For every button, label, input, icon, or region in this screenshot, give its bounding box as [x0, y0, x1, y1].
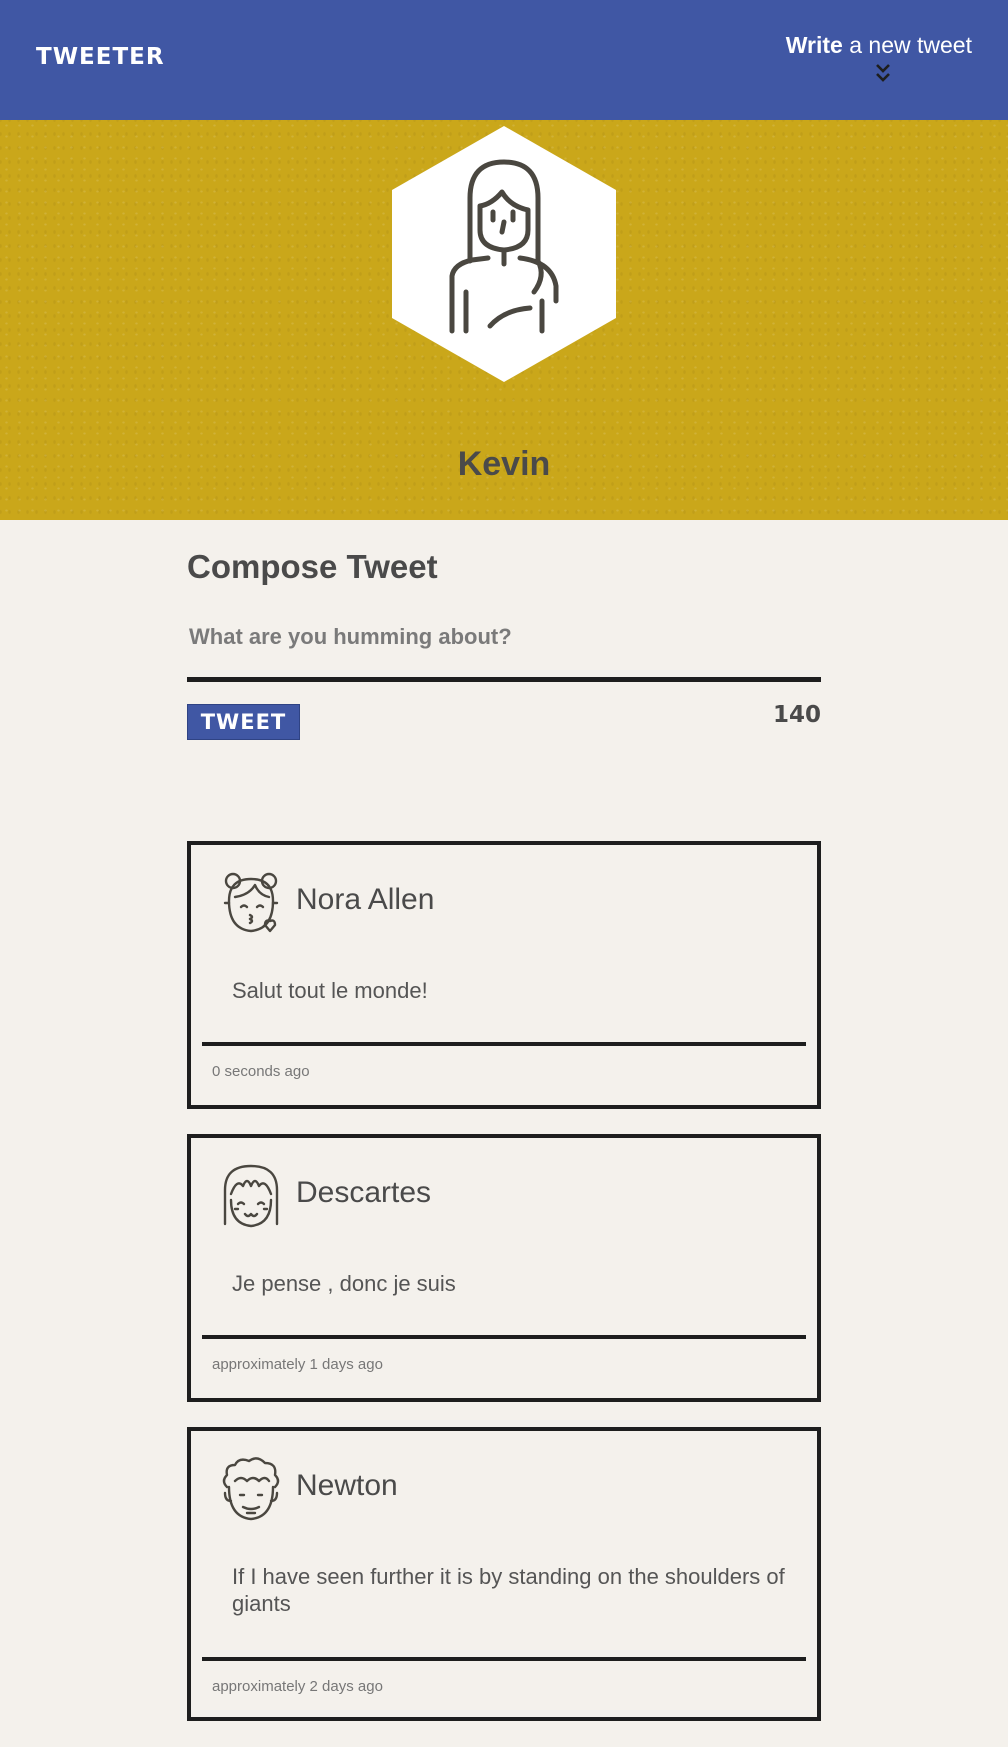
tweet-timestamp: approximately 1 days ago [212, 1356, 383, 1373]
profile-name: Kevin [457, 445, 551, 483]
double-chevron-down-icon[interactable] [875, 62, 891, 86]
tweet-input[interactable]: What are you humming about? [189, 624, 512, 650]
top-nav: TWEETER Write a new tweet [0, 0, 1008, 120]
tweet-text: If I have seen further it is by standing… [232, 1564, 785, 1616]
woman-avatar-icon [392, 126, 616, 382]
tweet-author: Nora Allen [296, 883, 435, 916]
tweet-button[interactable]: TWEET [187, 704, 300, 740]
tweet-divider [202, 1042, 806, 1046]
tweet-text: Je pense , donc je suis [232, 1271, 456, 1296]
app-logo[interactable]: TWEETER [36, 44, 165, 70]
tweet-author: Newton [296, 1469, 398, 1502]
char-counter: 140 [772, 702, 821, 728]
tweet-card: Descartes Je pense , donc je suis approx… [187, 1134, 821, 1402]
compose-title: Compose Tweet [187, 548, 438, 585]
girl-bangs-avatar-icon [223, 1164, 279, 1228]
tweet-card: Newton If I have seen further it is by s… [187, 1427, 821, 1721]
input-underline [187, 677, 821, 682]
tweet-timestamp: approximately 2 days ago [212, 1678, 383, 1695]
tweet-timestamp: 0 seconds ago [212, 1063, 310, 1080]
curly-hair-avatar-icon [222, 1457, 280, 1521]
tweet-text: Salut tout le monde! [232, 978, 428, 1003]
compose-section: Compose Tweet What are you humming about… [187, 548, 821, 740]
write-new-tweet-toggle[interactable]: Write a new tweet [786, 32, 972, 59]
write-label-bold: Write [785, 32, 843, 58]
girl-kiss-avatar-icon [223, 872, 279, 933]
tweet-card: Nora Allen Salut tout le monde! 0 second… [187, 841, 821, 1109]
profile-banner: Kevin [0, 120, 1008, 520]
write-label-rest: a new tweet [842, 32, 972, 58]
tweet-author: Descartes [296, 1176, 432, 1209]
tweet-divider [202, 1657, 806, 1661]
tweet-divider [202, 1335, 806, 1339]
